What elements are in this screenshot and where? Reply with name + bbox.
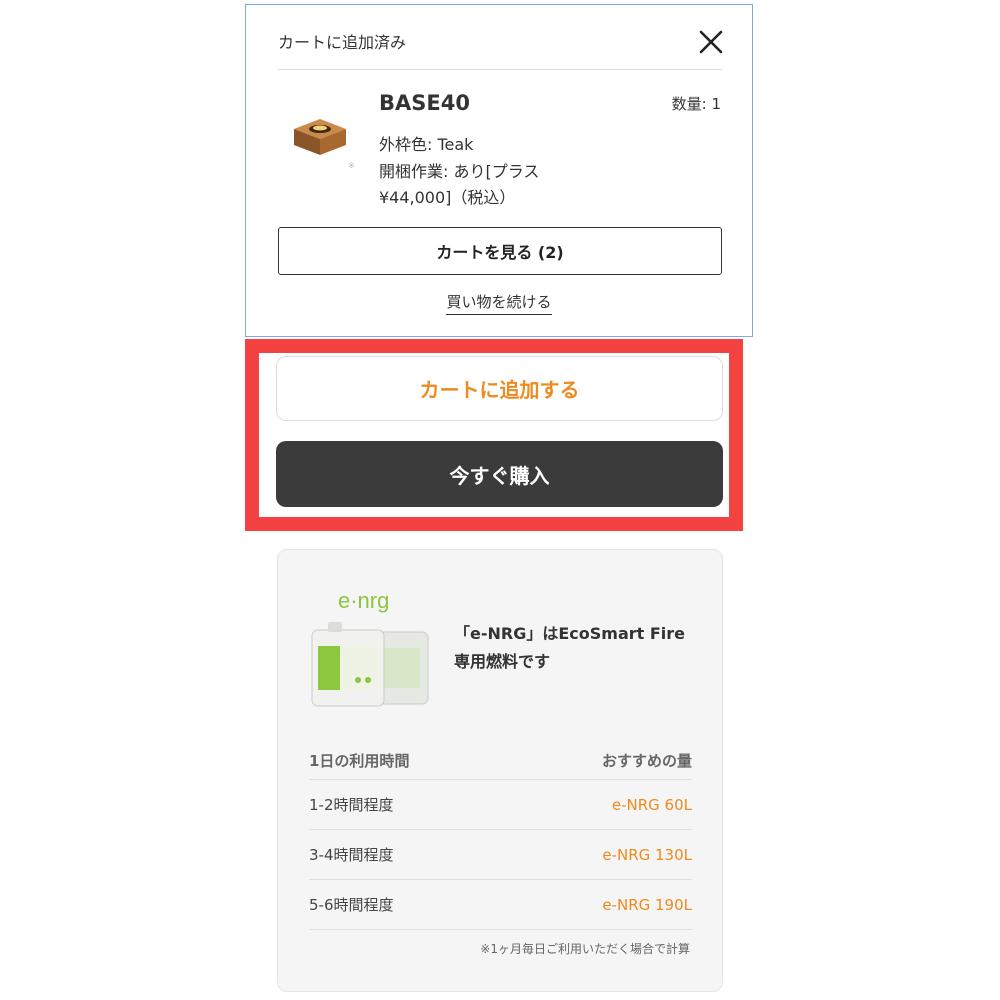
fuel-heading: 「e-NRG」はEcoSmart Fire 専用燃料です xyxy=(454,624,686,671)
usage-time: 3-4時間程度 xyxy=(309,846,394,864)
close-icon xyxy=(699,30,723,54)
usage-table: 1日の利用時間 おすすめの量 1-2時間程度 e-NRG 60L 3-4時間程度… xyxy=(309,742,692,930)
recommended-amount: e-NRG 60L xyxy=(611,795,692,814)
fuel-info-card: e·nrg 「e-NRG」はEcoSmart Fire 専用燃料です 1日の利用… xyxy=(277,549,723,992)
table-row: 1-2時間程度 e-NRG 60L xyxy=(309,780,692,830)
table-row: 5-6時間程度 e-NRG 190L xyxy=(309,880,692,930)
continue-shopping-link[interactable]: 買い物を続ける xyxy=(446,293,552,315)
fuel-product-image: e·nrg xyxy=(311,588,429,707)
cart-added-popup: カートに追加済み ※ BASE40 数量: 1 外枠色: Teak 開梱作業: … xyxy=(245,4,753,337)
popup-title: カートに追加済み xyxy=(278,33,407,52)
product-option: 開梱作業: あり[プラス ¥44,000]（税込） xyxy=(379,162,540,207)
buy-now-button[interactable]: 今すぐ購入 xyxy=(276,441,723,507)
header-recommended-amount: おすすめの量 xyxy=(601,752,692,770)
popup-divider xyxy=(278,69,722,70)
table-footnote: ※1ヶ月毎日ご利用いただく場合で計算 xyxy=(480,942,690,956)
product-thumbnail xyxy=(294,119,346,155)
product-quantity: 数量: 1 xyxy=(671,95,721,113)
add-to-cart-button[interactable]: カートに追加する xyxy=(276,356,723,421)
recommended-amount: e-NRG 130L xyxy=(602,845,692,864)
product-variant: 外枠色: Teak xyxy=(379,135,474,154)
enrg-logo: e·nrg xyxy=(338,588,389,613)
close-button[interactable] xyxy=(694,25,728,59)
table-header-row: 1日の利用時間 おすすめの量 xyxy=(309,742,692,780)
continue-shopping-wrapper: 買い物を続ける xyxy=(246,291,752,315)
thumbnail-mark: ※ xyxy=(348,161,355,170)
recommended-amount: e-NRG 190L xyxy=(602,895,692,914)
view-cart-button[interactable]: カートを見る (2) xyxy=(278,227,722,275)
product-name: BASE40 xyxy=(379,91,470,115)
header-usage-time: 1日の利用時間 xyxy=(309,752,410,770)
usage-time: 1-2時間程度 xyxy=(309,796,394,814)
table-row: 3-4時間程度 e-NRG 130L xyxy=(309,830,692,880)
usage-time: 5-6時間程度 xyxy=(309,896,394,914)
